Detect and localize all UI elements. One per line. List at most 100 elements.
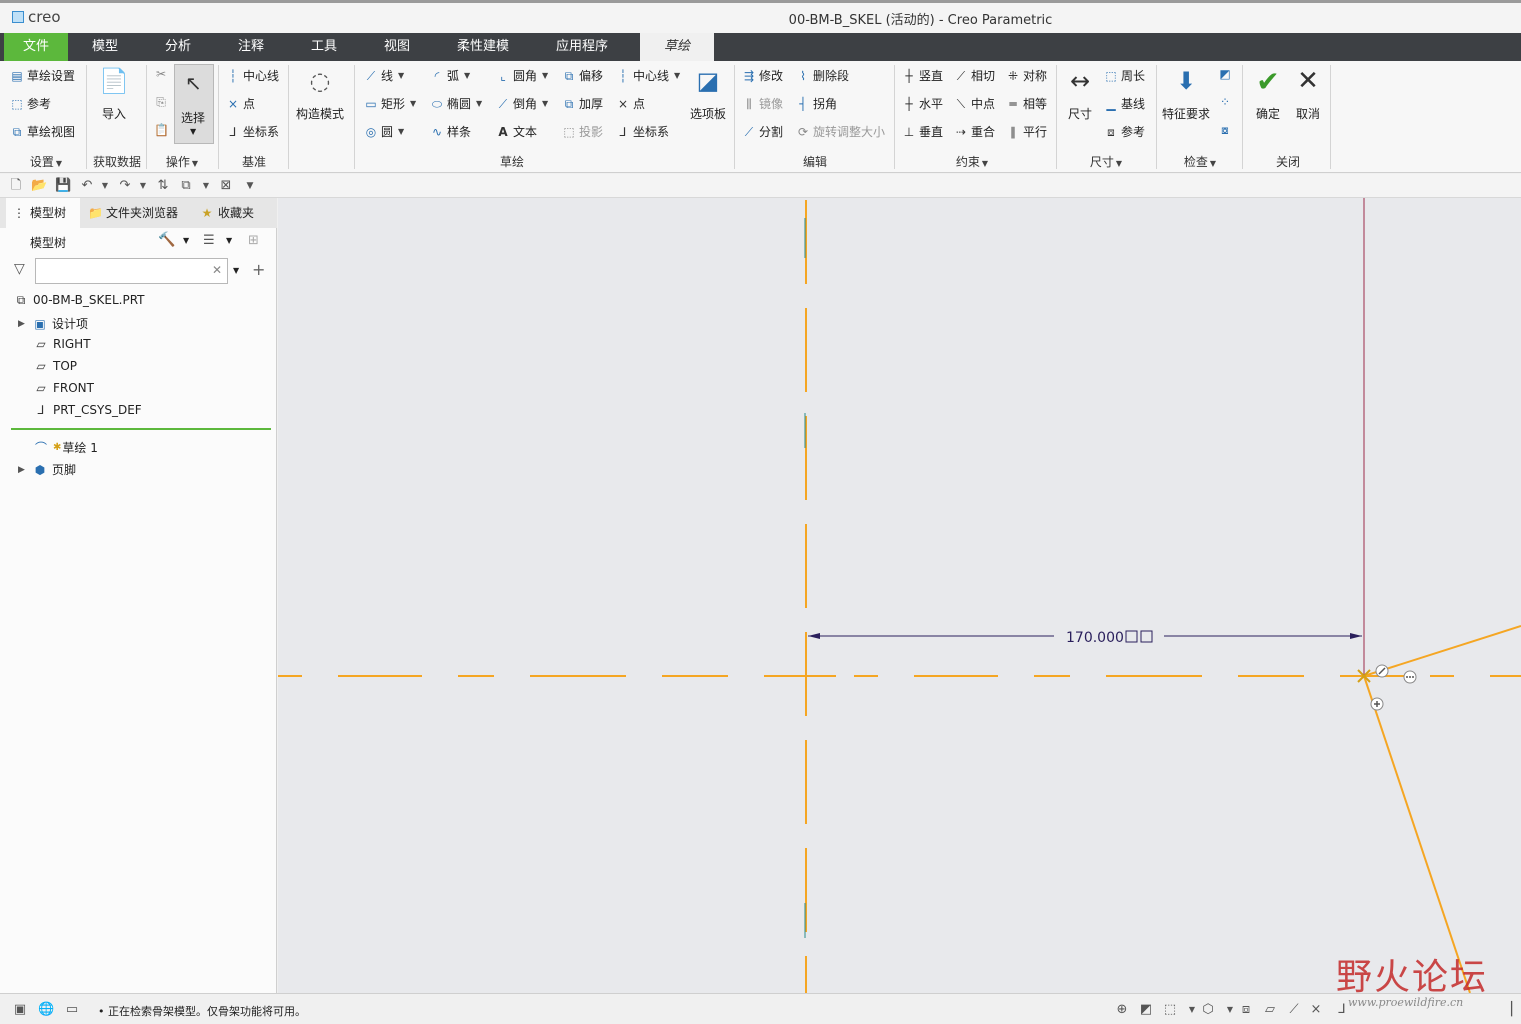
sketch-line-lower[interactable] — [1363, 675, 1471, 993]
point-display-icon[interactable]: × — [1308, 1002, 1324, 1018]
folder-icon: 📁 — [88, 206, 103, 220]
import-button[interactable]: 📄 导入 — [98, 65, 130, 122]
orientations-dropdown-icon[interactable]: ▼ — [1222, 1002, 1238, 1018]
favorites-icon: ★ — [201, 206, 213, 220]
datum-plane-icon: ▱ — [36, 337, 46, 351]
watermark: 野火论坛 www.proewildfire.cn — [1336, 957, 1489, 1009]
window-title: 00-BM-B_SKEL (活动的) - Creo Parametric — [788, 13, 1053, 28]
tab-view[interactable]: 视图 — [362, 33, 432, 61]
toggle-navigator-icon[interactable]: ▣ — [12, 1002, 28, 1018]
saved-orientations-icon[interactable]: ⬡ — [1200, 1002, 1216, 1018]
dimension-arrow-right — [1350, 633, 1362, 639]
select-dropdown-icon: ▼ — [190, 127, 197, 136]
status-bar: ▣ 🌐 ▭ • 正在检索骨架模型。仅骨架功能将可用。 ⊕ ◩ ⬚ ▼ ⬡ ▼ ⧈… — [0, 993, 1521, 1024]
windows-dropdown-icon[interactable]: ▼ — [198, 178, 214, 194]
tree-item-csys[interactable]: ⅃ PRT_CSYS_DEF — [34, 403, 142, 417]
copy-icon: ⎘ — [156, 95, 166, 109]
tab-applications[interactable]: 应用程序 — [540, 33, 624, 61]
dimension-box-icon — [1125, 630, 1138, 643]
sketch-view-button[interactable]: ⧉ 草绘视图 — [10, 123, 75, 140]
filter-icon[interactable]: ▽ — [14, 261, 25, 277]
customize-toolbar-icon[interactable]: ▼ — [242, 178, 258, 194]
browser-icon[interactable]: 🌐 — [38, 1002, 54, 1018]
add-filter-icon[interactable]: + — [252, 260, 265, 279]
footer-icon: ⬢ — [34, 462, 46, 477]
tab-flexible-modeling[interactable]: 柔性建模 — [440, 33, 526, 61]
regenerate-icon[interactable]: ⇅ — [155, 178, 171, 194]
select-button[interactable]: ↖ 选择 ▼ — [174, 64, 214, 144]
sketch-setup-button[interactable]: ▤ 草绘设置 — [10, 67, 75, 84]
group-get-data: 获取数据 — [92, 155, 141, 169]
ribbon: ▤ 草绘设置 ⬚ 参考 ⧉ 草绘视图 设置 ▼ 📄 导入 获取数据 ✂ ⎘ 📋 — [0, 61, 1521, 173]
clear-search-icon[interactable]: ✕ — [212, 263, 222, 277]
undo-dropdown-icon[interactable]: ▼ — [97, 178, 113, 194]
plane-display-icon[interactable]: ▱ — [1262, 1002, 1278, 1018]
tab-analysis[interactable]: 分析 — [143, 33, 213, 61]
dimension-box-icon — [1140, 630, 1153, 643]
navigator-tabs: ⋮ 模型树 📁 文件夹浏览器 ★ 收藏夹 — [0, 198, 277, 228]
tab-tools[interactable]: 工具 — [289, 33, 359, 61]
group-setup[interactable]: 设置 ▼ — [18, 153, 74, 170]
status-more-icon[interactable]: ▏ — [1508, 1002, 1521, 1018]
status-message: • 正在检索骨架模型。仅骨架功能将可用。 — [98, 1005, 306, 1018]
settings-dropdown-icon[interactable]: ▼ — [183, 236, 189, 245]
tree-item-footer[interactable]: ▶ ⬢ 页脚 — [18, 461, 76, 478]
tab-sketch[interactable]: 草绘 — [640, 33, 714, 61]
new-feature-star-icon: ✱ — [53, 442, 62, 453]
redo-icon[interactable]: ↷ — [117, 178, 133, 194]
tab-folder-browser[interactable]: 📁 文件夹浏览器 — [82, 198, 192, 228]
fullscreen-icon[interactable]: ▭ — [64, 1002, 80, 1018]
display-style-icon[interactable]: ⬚ — [1162, 1002, 1178, 1018]
sketch-view-status-icon[interactable]: ◩ — [1138, 1002, 1154, 1018]
copy-button[interactable]: ⎘ — [154, 95, 168, 109]
tab-favorites[interactable]: ★ 收藏夹 — [194, 198, 274, 228]
settings-tools-icon[interactable]: 🔨 — [158, 232, 175, 248]
reference-icon: ⬚ — [11, 96, 23, 111]
datum-plane-icon: ▱ — [36, 381, 46, 395]
reference-button[interactable]: ⬚ 参考 — [10, 95, 51, 112]
redo-dropdown-icon[interactable]: ▼ — [135, 178, 151, 194]
import-icon: 📄 — [99, 67, 129, 95]
axis-display-icon[interactable]: ⟋ — [1286, 1002, 1302, 1018]
tree-item-part[interactable]: ⧉ 00-BM-B_SKEL.PRT — [14, 293, 145, 307]
tree-item-top-plane[interactable]: ▱ TOP — [34, 359, 77, 373]
paste-button[interactable]: 📋 — [154, 123, 169, 137]
tab-model[interactable]: 模型 — [70, 33, 140, 61]
expand-arrow-icon[interactable]: ▶ — [18, 319, 28, 329]
tree-item-front-plane[interactable]: ▱ FRONT — [34, 381, 94, 395]
sketch-icon: ⌒ — [34, 440, 47, 455]
expand-arrow-icon[interactable]: ▶ — [18, 465, 28, 475]
tree-item-design-items[interactable]: ▶ ▣ 设计项 — [18, 315, 88, 332]
open-folder-icon[interactable]: 📂 — [31, 178, 47, 194]
show-icon[interactable]: ☰ — [203, 233, 215, 248]
close-window-icon[interactable]: ⊠ — [218, 178, 234, 194]
tab-file[interactable]: 文件 — [4, 33, 68, 61]
windows-icon[interactable]: ⧉ — [178, 178, 194, 194]
cursor-arrow-icon: ↖ — [185, 71, 202, 95]
quick-access-toolbar: 🗋 📂 💾 ↶ ▼ ↷ ▼ ⇅ ⧉ ▼ ⊠ ▼ — [0, 174, 1521, 198]
tree-columns-icon[interactable]: ⊞ — [248, 233, 259, 248]
display-style-dropdown-icon[interactable]: ▼ — [1184, 1002, 1200, 1018]
datum-display-icon[interactable]: ⧈ — [1238, 1002, 1254, 1018]
dimension-value[interactable]: 170.000 — [1066, 630, 1124, 646]
cut-button[interactable]: ✂ — [154, 67, 168, 81]
tab-model-tree[interactable]: ⋮ 模型树 — [6, 198, 80, 228]
undo-icon[interactable]: ↶ — [79, 178, 95, 194]
model-tree-header: 模型树 — [30, 236, 67, 250]
insert-indicator — [11, 428, 271, 430]
zoom-icon[interactable]: ⊕ — [1114, 1002, 1130, 1018]
tree-item-sketch[interactable]: ⌒ ✱ 草绘 1 — [34, 439, 98, 456]
save-icon[interactable]: 💾 — [55, 178, 71, 194]
new-file-icon[interactable]: 🗋 — [8, 178, 24, 194]
ribbon-tabs: 文件 模型 分析 注释 工具 视图 柔性建模 应用程序 草绘 — [0, 33, 1521, 61]
tab-annotate[interactable]: 注释 — [216, 33, 286, 61]
tree-item-right-plane[interactable]: ▱ RIGHT — [34, 337, 90, 351]
search-dropdown-icon[interactable]: ▼ — [233, 266, 239, 275]
dimension-arrow-left — [808, 633, 820, 639]
csys-icon: ⅃ — [37, 403, 45, 417]
sketch-view-icon: ⧉ — [12, 124, 22, 139]
paste-icon: 📋 — [154, 123, 169, 137]
show-dropdown-icon[interactable]: ▼ — [226, 236, 232, 245]
graphics-canvas[interactable]: 170.000 — [278, 198, 1521, 993]
model-tree-search-input[interactable] — [35, 258, 228, 284]
